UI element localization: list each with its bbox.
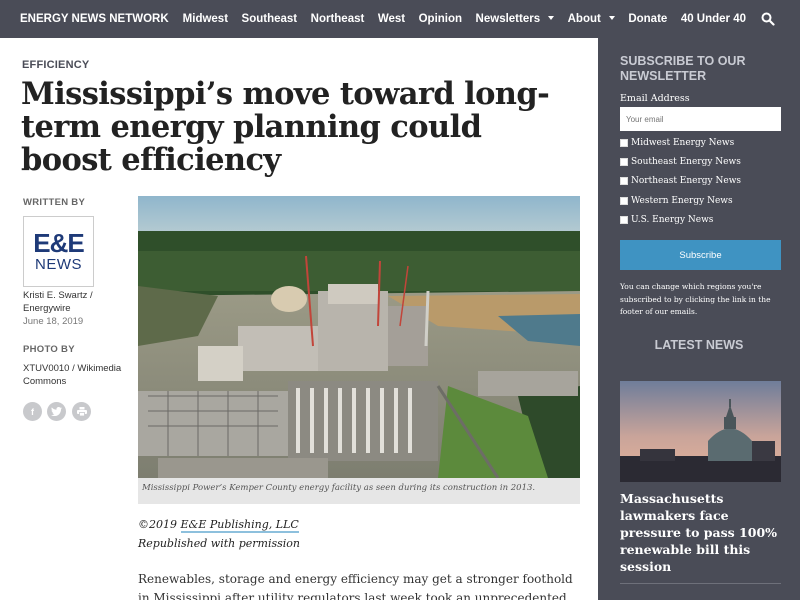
option-southeast[interactable]: Southeast Energy News	[620, 157, 741, 167]
checkbox-label-midwest: Midwest Energy News	[631, 138, 735, 148]
chevron-down-icon	[548, 16, 555, 20]
site-brand-link[interactable]: ENERGY NEWS NETWORK	[20, 13, 169, 25]
article-body: Renewables, storage and energy efficienc…	[138, 572, 573, 600]
publisher-link[interactable]: E&E Publishing, LLC	[180, 518, 299, 533]
checkbox-label-northeast: Northeast Energy News	[631, 176, 742, 186]
facebook-share-button[interactable]: f	[23, 402, 42, 421]
photographer-name[interactable]: XTUV0010 / Wikimedia Commons	[23, 363, 128, 388]
copyright-prefix: ©2019	[138, 518, 181, 531]
option-midwest[interactable]: Midwest Energy News	[620, 138, 734, 148]
nav-item-opinion[interactable]: Opinion	[419, 13, 462, 25]
checkbox-midwest[interactable]	[620, 139, 628, 147]
option-northeast[interactable]: Northeast Energy News	[620, 176, 741, 186]
checkbox-label-western: Western Energy News	[631, 196, 733, 206]
subscribe-note: You can change which regions you're subs…	[620, 282, 771, 316]
copyright-line: ©2019 E&E Publishing, LLC	[138, 518, 299, 533]
chevron-down-icon	[608, 16, 615, 20]
option-us[interactable]: U.S. Energy News	[620, 215, 713, 225]
checkbox-northeast[interactable]	[620, 177, 628, 185]
print-icon	[76, 407, 87, 416]
latest-news-headline[interactable]: Massachusetts lawmakers face pressure to…	[620, 490, 785, 575]
article-category[interactable]: EFFICIENCY	[22, 59, 89, 71]
print-button[interactable]	[72, 402, 91, 421]
sidebar-divider	[620, 583, 781, 584]
email-label: Email Address	[620, 93, 690, 104]
logo-ee-text: E&E	[33, 228, 84, 258]
twitter-share-button[interactable]	[47, 402, 66, 421]
latest-news-image[interactable]	[620, 381, 781, 482]
nav-item-southeast[interactable]: Southeast	[242, 13, 298, 25]
nav-item-northeast[interactable]: Northeast	[311, 13, 365, 25]
twitter-icon	[51, 407, 62, 416]
nav-item-west[interactable]: West	[378, 13, 405, 25]
author-name[interactable]: Kristi E. Swartz / Energywire	[23, 290, 113, 315]
photo-by-label: PHOTO BY	[23, 344, 75, 355]
nav-item-newsletters[interactable]: Newsletters	[476, 13, 555, 25]
newsletter-heading: SUBSCRIBE TO OUR NEWSLETTER	[620, 54, 746, 83]
facebook-icon: f	[31, 406, 34, 417]
subscribe-button[interactable]: Subscribe	[620, 240, 781, 270]
latest-news-heading: LATEST NEWS	[654, 338, 744, 352]
nav-item-40-under-40[interactable]: 40 Under 40	[681, 13, 746, 25]
publisher-logo: E&E NEWS	[23, 216, 94, 287]
checkbox-label-us: U.S. Energy News	[631, 215, 714, 225]
republished-note: Republished with permission	[138, 537, 300, 550]
article-headline: Mississippi’s move toward long-term ener…	[21, 76, 550, 178]
checkbox-western[interactable]	[620, 197, 628, 205]
sidebar: SUBSCRIBE TO OUR NEWSLETTER Email Addres…	[598, 38, 800, 600]
top-navigation: ENERGY NEWS NETWORK Midwest Southeast No…	[0, 0, 800, 38]
nav-item-newsletters-label: Newsletters	[475, 13, 541, 25]
checkbox-label-southeast: Southeast Energy News	[631, 157, 741, 167]
option-western[interactable]: Western Energy News	[620, 196, 733, 206]
photo-caption: Mississippi Power’s Kemper County energy…	[138, 478, 580, 504]
written-by-label: WRITTEN BY	[23, 197, 86, 208]
nav-item-donate[interactable]: Donate	[628, 13, 667, 25]
checkbox-southeast[interactable]	[620, 158, 628, 166]
nav-item-about-label: About	[567, 13, 601, 25]
nav-item-midwest[interactable]: Midwest	[183, 13, 228, 25]
article-photo	[138, 196, 580, 478]
checkbox-us[interactable]	[620, 216, 628, 224]
nav-item-about[interactable]: About	[568, 13, 615, 25]
logo-news-text: NEWS	[35, 256, 82, 273]
publish-date: June 18, 2019	[23, 316, 84, 327]
email-field[interactable]	[620, 107, 781, 131]
search-icon[interactable]	[761, 12, 775, 26]
